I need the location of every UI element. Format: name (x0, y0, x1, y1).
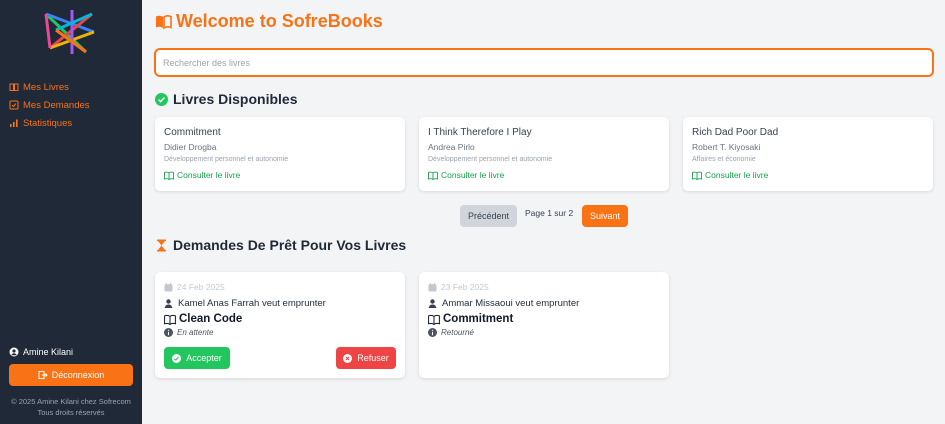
book-card: Commitment Didier Drogba Développement p… (155, 117, 405, 191)
user-circle-icon (9, 347, 19, 357)
book-author: Andrea Pirlo (428, 142, 475, 152)
book-icon (9, 82, 19, 92)
requester-text: Kamel Anas Farrah veut emprunter (178, 298, 326, 309)
logout-icon (38, 370, 48, 380)
view-book-link[interactable]: Consulter le livre (164, 170, 396, 180)
calendar-icon (428, 282, 437, 292)
user-icon (428, 299, 437, 308)
section-title-text: Demandes De Prêt Pour Vos Livres (173, 237, 407, 253)
checkbox-icon (9, 100, 19, 110)
book-category: Affaires et économie (692, 156, 756, 163)
book-card: I Think Therefore I Play Andrea Pirlo Dé… (419, 117, 669, 191)
requested-book-title: Commitment (443, 313, 514, 325)
page-indicator: Page 1 sur 2 (525, 208, 574, 218)
sidebar-item-label: Mes Livres (23, 81, 69, 93)
book-open-icon (164, 171, 174, 180)
accept-button[interactable]: Accepter (164, 347, 230, 369)
check-circle-icon (172, 353, 182, 363)
loan-request-card: 23 Feb 2025 Ammar Missaoui veut emprunte… (419, 272, 669, 378)
user-name: Amine Kilani (23, 347, 74, 357)
request-status: En attente (164, 328, 396, 337)
book-category: Développement personnel et autonomie (428, 156, 553, 163)
next-page-button[interactable]: Suivant (582, 205, 628, 227)
book-title: I Think Therefore I Play (428, 127, 532, 138)
sidebar-item-mes-demandes[interactable]: Mes Demandes (9, 96, 90, 114)
book-title: Commitment (164, 127, 221, 138)
requester: Ammar Missaoui veut emprunter (428, 298, 660, 309)
bar-chart-icon (9, 118, 19, 128)
refuse-button[interactable]: Refuser (336, 347, 396, 369)
check-circle-icon (155, 92, 168, 106)
requested-book: Clean Code (164, 313, 396, 325)
sidebar-nav: Mes Livres Mes Demandes Statistiques (9, 78, 90, 132)
search-input[interactable] (154, 48, 934, 77)
user-info: Amine Kilani (9, 347, 73, 357)
sidebar-item-statistiques[interactable]: Statistiques (9, 114, 90, 132)
logout-label: Déconnexion (51, 370, 105, 380)
info-icon (164, 328, 173, 337)
book-open-icon (428, 314, 440, 325)
calendar-icon (164, 282, 173, 292)
copyright-line: © 2025 Amine Kilani chez Sofrecom (11, 397, 131, 406)
requester-text: Ammar Missaoui veut emprunter (442, 298, 580, 309)
previous-page-button[interactable]: Précédent (460, 205, 517, 227)
request-date: 23 Feb 2025 (428, 282, 660, 292)
section-title-requests: Demandes De Prêt Pour Vos Livres (155, 237, 406, 253)
request-status: Retourné (428, 328, 660, 337)
book-category: Développement personnel et autonomie (164, 156, 289, 163)
book-title: Rich Dad Poor Dad (692, 127, 779, 138)
requested-book-title: Clean Code (179, 313, 243, 325)
open-book-icon (155, 14, 172, 30)
book-open-icon (164, 314, 176, 325)
request-date: 24 Feb 2025 (164, 282, 396, 292)
book-author: Robert T. Kiyosaki (692, 142, 761, 152)
requested-book: Commitment (428, 313, 660, 325)
sidebar-item-mes-livres[interactable]: Mes Livres (9, 78, 90, 96)
sidebar-item-label: Mes Demandes (23, 99, 90, 111)
pagination: Précédent Page 1 sur 2 Suivant (142, 205, 945, 227)
page-title-text: Welcome to SofreBooks (176, 11, 383, 31)
book-author: Didier Drogba (164, 142, 217, 152)
view-book-link[interactable]: Consulter le livre (692, 170, 924, 180)
section-title-available: Livres Disponibles (155, 91, 297, 107)
hourglass-icon (155, 239, 168, 252)
view-book-link[interactable]: Consulter le livre (428, 170, 660, 180)
sidebar: Mes Livres Mes Demandes Statistiques Ami… (0, 0, 142, 424)
view-book-label: Consulter le livre (441, 170, 505, 180)
request-date-text: 23 Feb 2025 (441, 282, 489, 292)
main-content: Welcome to SofreBooks Livres Disponibles… (142, 0, 945, 424)
view-book-label: Consulter le livre (705, 170, 769, 180)
request-status-text: En attente (177, 328, 214, 337)
page-title: Welcome to SofreBooks (155, 11, 383, 32)
user-icon (164, 299, 173, 308)
refuse-label: Refuser (357, 353, 389, 363)
requester: Kamel Anas Farrah veut emprunter (164, 298, 396, 309)
book-card: Rich Dad Poor Dad Robert T. Kiyosaki Aff… (683, 117, 933, 191)
x-circle-icon (343, 353, 353, 363)
sidebar-item-label: Statistiques (23, 117, 73, 129)
copyright-line: Tous droits réservés (37, 408, 105, 417)
book-open-icon (692, 171, 702, 180)
app-logo (42, 8, 98, 58)
request-status-text: Retourné (441, 328, 474, 337)
book-open-icon (428, 171, 438, 180)
logout-button[interactable]: Déconnexion (9, 364, 133, 386)
view-book-label: Consulter le livre (177, 170, 241, 180)
request-date-text: 24 Feb 2025 (177, 282, 225, 292)
accept-label: Accepter (186, 353, 222, 363)
copyright: © 2025 Amine Kilani chez Sofrecom Tous d… (0, 396, 142, 418)
info-icon (428, 328, 437, 337)
section-title-text: Livres Disponibles (173, 91, 298, 107)
loan-request-card: 24 Feb 2025 Kamel Anas Farrah veut empru… (155, 272, 405, 378)
